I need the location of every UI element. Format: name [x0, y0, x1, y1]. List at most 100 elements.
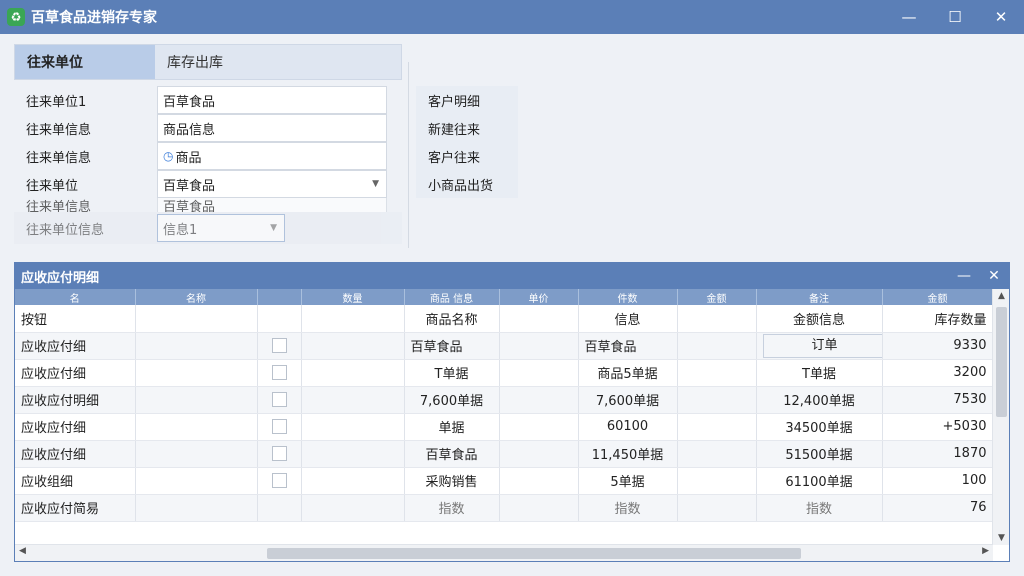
table-cell: 100 [882, 467, 994, 495]
link-new-partner[interactable]: 新建往来 [416, 114, 518, 142]
table-cell: 信息 [578, 305, 678, 333]
partner-name-field[interactable]: 百草食品 [157, 86, 387, 114]
table-row[interactable]: 应收应付简易 指数 指数 指数 76 [15, 494, 994, 522]
table-cell [301, 494, 405, 522]
table-cell [257, 359, 302, 387]
scroll-right-icon[interactable]: ▶ [982, 546, 989, 556]
field-label: 往来单信息 [26, 199, 92, 213]
column-header[interactable]: 名 [15, 289, 136, 305]
row-checkbox[interactable] [271, 419, 287, 434]
table-cell: 7,600单据 [404, 386, 500, 414]
column-header[interactable]: 件数 [578, 289, 678, 305]
partner-form: 往来单位1 百草食品 往来单信息 商品信息 往来单信息 ◷ 商品 往来单位 百草… [14, 86, 402, 244]
column-header[interactable]: 数量 [301, 289, 405, 305]
link-small-goods-shipment[interactable]: 小商品出货 [416, 170, 518, 198]
panel-close-button[interactable]: ✕ [979, 268, 1009, 284]
window-titlebar: ♻ 百草食品进销存专家 — ☐ ✕ [0, 0, 1024, 34]
scroll-thumb[interactable] [267, 548, 801, 559]
table-cell [135, 386, 258, 414]
column-header[interactable] [257, 289, 302, 305]
minimize-button[interactable]: — [886, 0, 932, 34]
tab-partner[interactable]: 往来单位 [15, 45, 155, 79]
table-cell [257, 413, 302, 441]
form-row: 往来单信息 百草食品 [14, 198, 402, 212]
table-cell [135, 305, 258, 333]
row-name-cell: 应收应付明细 [15, 386, 136, 414]
column-header[interactable]: 商品 信息 [404, 289, 500, 305]
table-cell: 采购销售 [404, 467, 500, 495]
table-cell: 指数 [404, 494, 500, 522]
column-header[interactable]: 备注 [756, 289, 883, 305]
row-name-cell: 应收应付细 [15, 332, 136, 360]
table-cell [257, 440, 302, 468]
clock-icon: ◷ [163, 149, 174, 163]
table-row[interactable]: 应收应付细 百草食品 百草食品 订单 9330 [15, 332, 994, 360]
table-cell: 3200 [882, 359, 994, 387]
ledger-title: 应收应付明细 [21, 270, 100, 286]
table-cell: 5单据 [578, 467, 678, 495]
table-cell: +5030 [882, 413, 994, 441]
table-cell: T单据 [404, 359, 500, 387]
scroll-left-icon[interactable]: ◀ [19, 546, 26, 556]
selected-cell[interactable]: 订单 [762, 333, 881, 358]
field-value: 信息1 [163, 222, 198, 238]
column-header[interactable]: 金额 [677, 289, 757, 305]
row-checkbox[interactable] [271, 473, 287, 488]
table-row[interactable]: 按钮 商品名称 信息 金额信息 库存数量 [15, 305, 994, 333]
field-value: 百草食品 [163, 199, 216, 213]
window-title: 百草食品进销存专家 [31, 10, 157, 26]
field-value: 百草食品 [163, 178, 216, 194]
tab-stock-out[interactable]: 库存出库 [155, 45, 295, 79]
table-cell [677, 386, 757, 414]
table-row[interactable]: 应收组细 采购销售 5单据 61100单据 100 [15, 467, 994, 495]
quick-links: 客户明细 新建往来 客户往来 小商品出货 [416, 86, 518, 198]
scroll-thumb[interactable] [996, 307, 1007, 417]
table-cell: 9330 [882, 332, 994, 360]
scroll-up-icon[interactable]: ▲ [993, 291, 1010, 301]
table-cell: 库存数量 [882, 305, 994, 333]
table-cell: 51500单据 [756, 440, 883, 468]
row-checkbox[interactable] [271, 392, 287, 407]
link-customer-detail[interactable]: 客户明细 [416, 86, 518, 114]
table-cell [301, 413, 405, 441]
ledger-table: 名 名称 数量 商品 信息 单价 件数 金额 备注 金额 按钮 商品名称 信息 [15, 289, 994, 522]
table-cell: 60100 [578, 413, 678, 441]
table-cell [257, 494, 302, 522]
table-cell [135, 359, 258, 387]
table-cell[interactable]: 订单 [756, 332, 883, 360]
horizontal-scrollbar[interactable]: ◀ ▶ [15, 544, 993, 561]
table-row[interactable]: 应收应付细 T单据 商品5单据 T单据 3200 [15, 359, 994, 387]
table-cell: 百草食品 [578, 332, 678, 360]
form-row: 往来单位信息 信息1 ▼ [14, 212, 402, 244]
panel-divider [408, 62, 409, 248]
field-label: 往来单位 [26, 178, 79, 194]
table-row[interactable]: 应收应付细 百草食品 11,450单据 51500单据 1870 [15, 440, 994, 468]
panel-minimize-button[interactable]: — [949, 268, 979, 284]
form-row: 往来单信息 商品信息 [14, 114, 402, 142]
table-cell [499, 305, 579, 333]
row-checkbox[interactable] [271, 338, 287, 353]
column-header[interactable]: 名称 [135, 289, 258, 305]
table-row[interactable]: 应收应付细 单据 60100 34500单据 +5030 [15, 413, 994, 441]
table-cell: T单据 [756, 359, 883, 387]
column-header[interactable]: 单价 [499, 289, 579, 305]
column-header[interactable]: 金额 [882, 289, 994, 305]
partner-info-field-2[interactable]: 百草食品 [157, 198, 387, 212]
row-checkbox[interactable] [271, 365, 287, 380]
table-cell [301, 332, 405, 360]
partner-select[interactable]: 百草食品 ▼ [157, 170, 387, 198]
link-customer-transactions[interactable]: 客户往来 [416, 142, 518, 170]
table-cell: 金额信息 [756, 305, 883, 333]
table-cell: 指数 [578, 494, 678, 522]
info-select[interactable]: 信息1 ▼ [157, 214, 285, 242]
row-checkbox[interactable] [271, 446, 287, 461]
close-button[interactable]: ✕ [978, 0, 1024, 34]
field-label: 往来单位1 [26, 94, 87, 110]
table-row[interactable]: 应收应付明细 7,600单据 7,600单据 12,400单据 7530 [15, 386, 994, 414]
maximize-button[interactable]: ☐ [932, 0, 978, 34]
scroll-down-icon[interactable]: ▼ [993, 533, 1010, 543]
product-field[interactable]: ◷ 商品 [157, 142, 387, 170]
partner-info-field[interactable]: 商品信息 [157, 114, 387, 142]
table-cell [499, 440, 579, 468]
vertical-scrollbar[interactable]: ▲ ▼ [992, 289, 1009, 545]
